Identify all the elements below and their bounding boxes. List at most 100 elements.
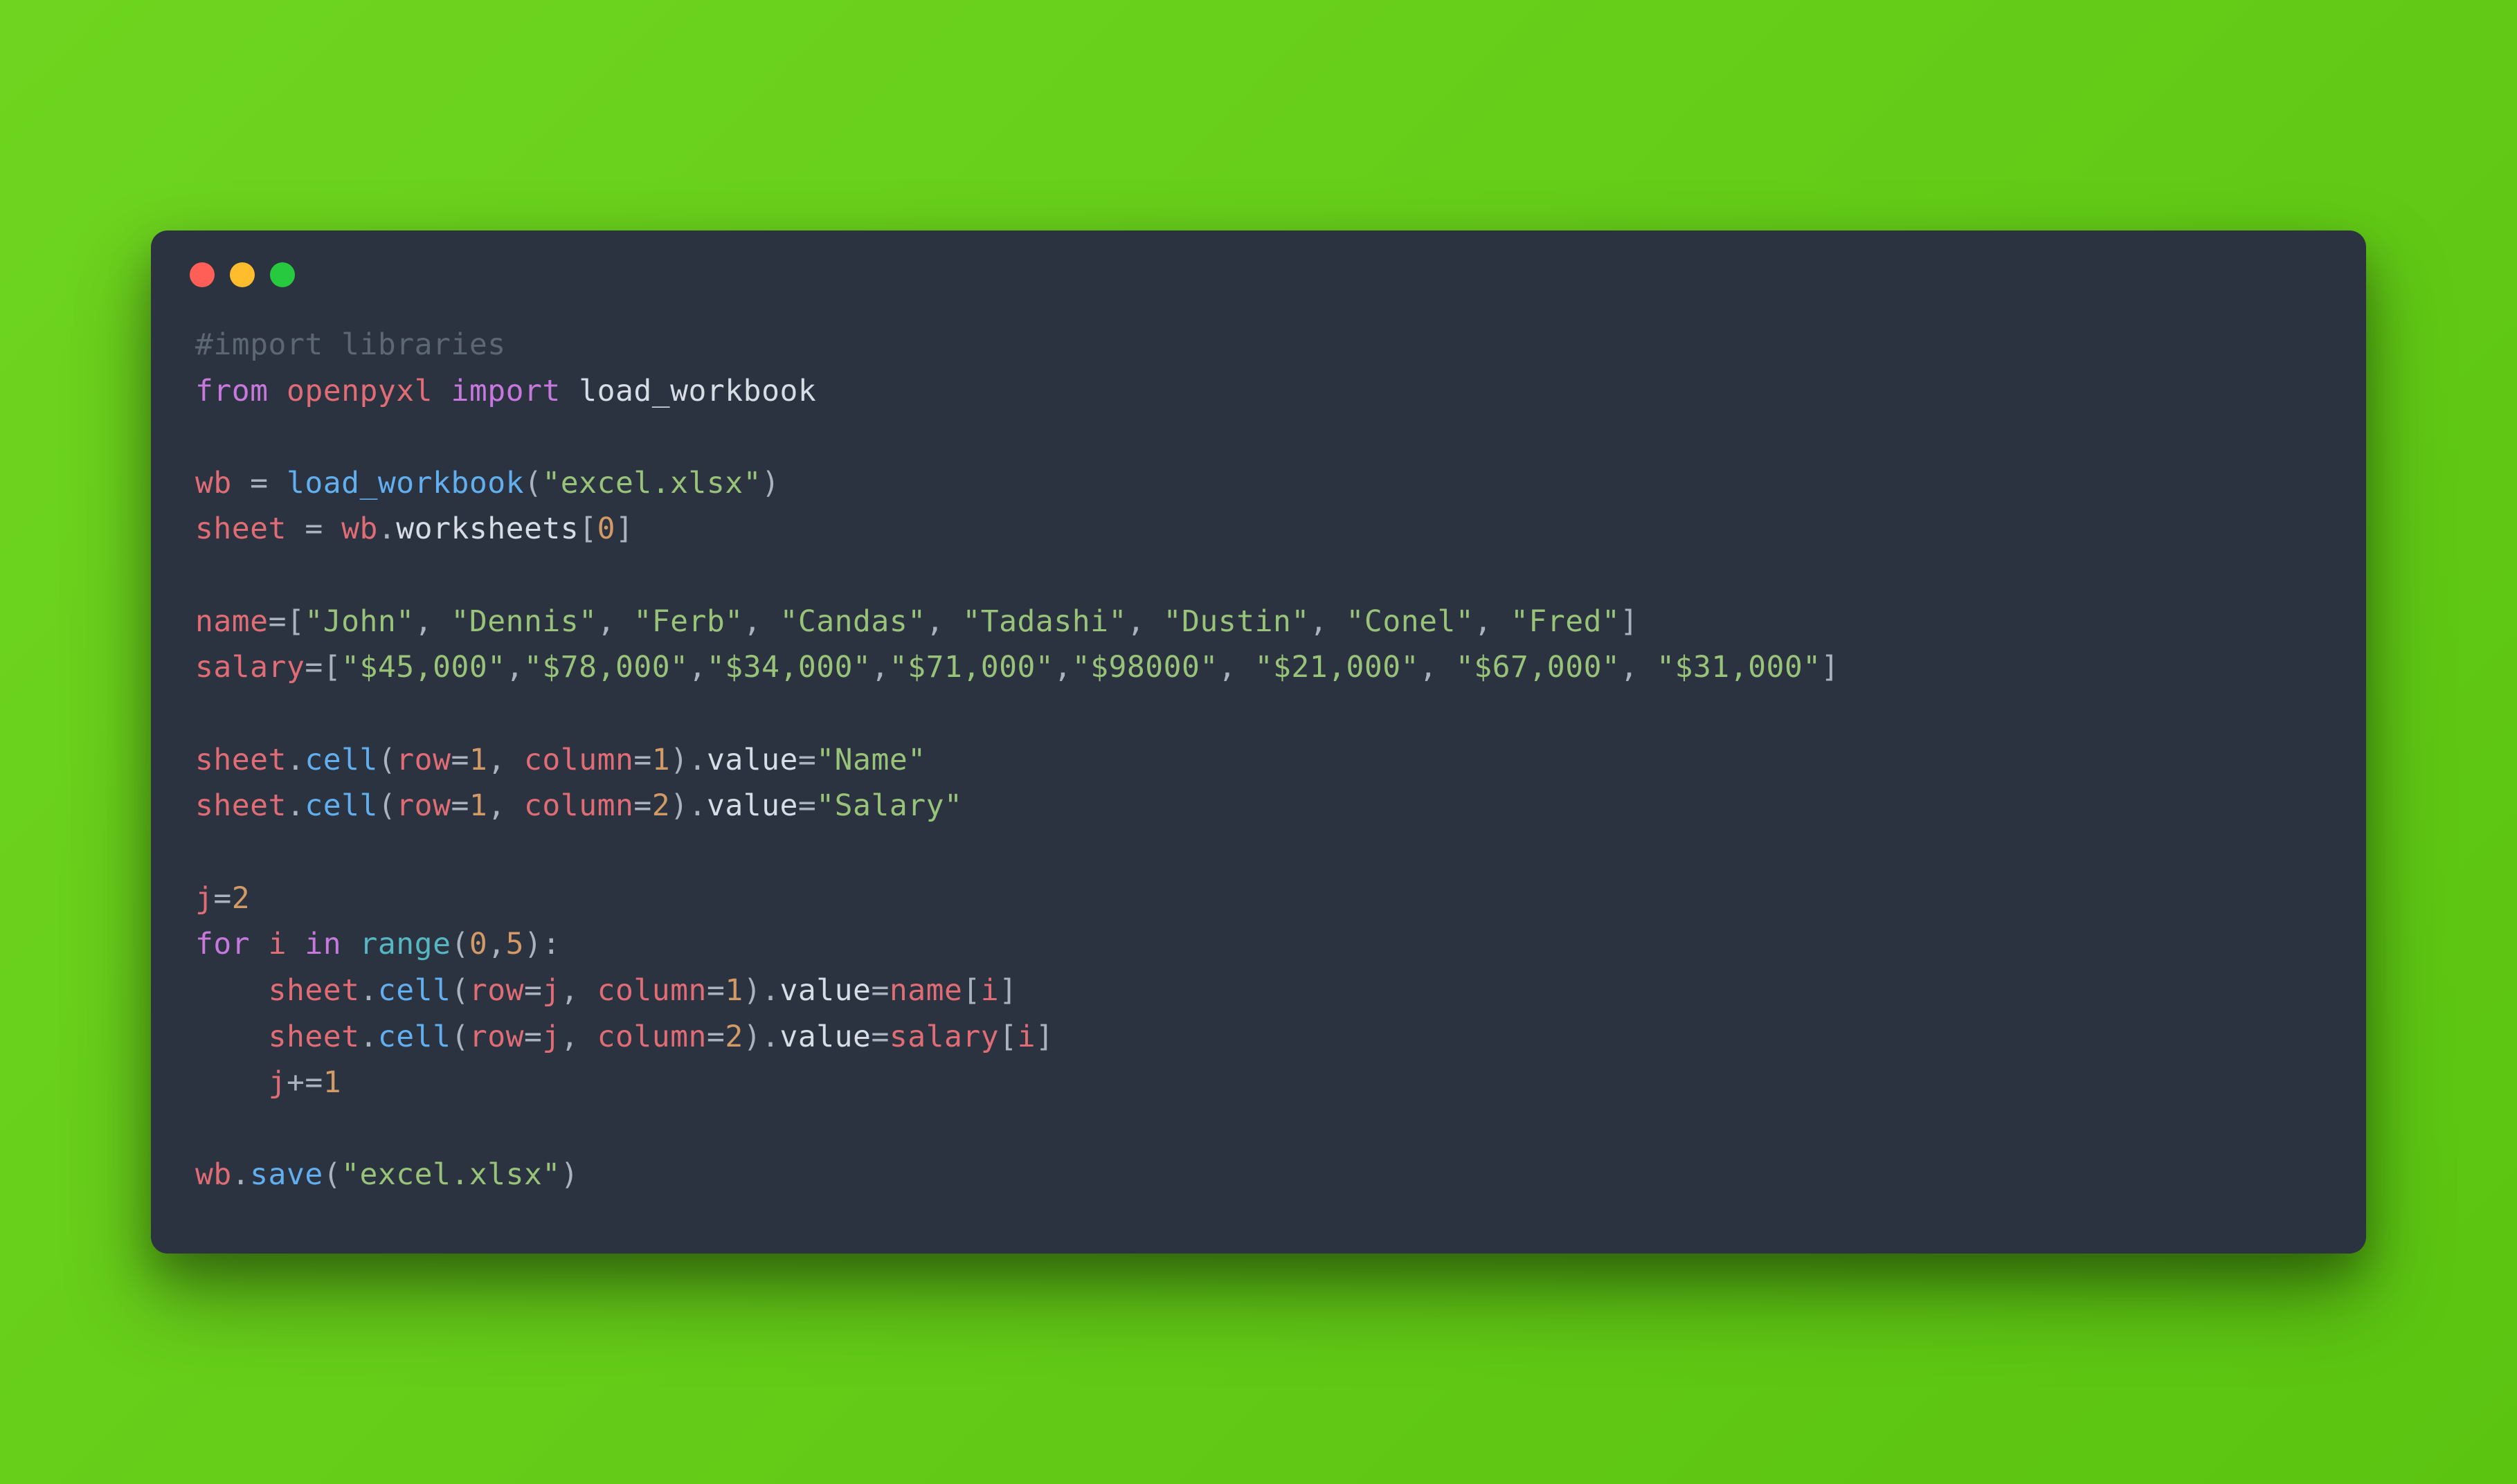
code-token-string: "Name" <box>816 743 926 777</box>
code-token-default: value <box>780 973 872 1008</box>
code-token-ident: salary <box>195 650 305 685</box>
code-token-default: value <box>707 788 798 823</box>
code-token-ident: column <box>597 973 707 1008</box>
code-token-ident: sheet <box>269 1020 360 1054</box>
code-token-op: ) <box>561 1157 579 1192</box>
code-token-op: , <box>743 604 780 639</box>
code-token-default: value <box>707 743 798 777</box>
code-token-op: ) <box>761 466 779 500</box>
code-token-op: = <box>213 881 231 916</box>
close-icon[interactable] <box>190 262 215 287</box>
code-token-op: = <box>871 1020 889 1054</box>
code-token-op: = <box>633 788 651 823</box>
code-token-op: , <box>1620 650 1657 685</box>
code-token-op: =[ <box>305 650 341 685</box>
code-token-string: "John" <box>305 604 414 639</box>
code-token-ident: wb <box>195 1157 232 1192</box>
zoom-icon[interactable] <box>270 262 295 287</box>
code-token-default <box>287 927 305 961</box>
code-token-ident: column <box>597 1020 707 1054</box>
code-token-ident: i <box>981 973 999 1008</box>
code-token-ident: column <box>524 743 633 777</box>
code-token-ident: name <box>195 604 269 639</box>
code-token-ident: row <box>469 973 524 1008</box>
code-window: #import libraries from openpyxl import l… <box>151 230 2366 1254</box>
code-token-ident: sheet <box>269 973 360 1008</box>
code-token-keyword: import <box>451 374 560 408</box>
code-token-op: [ <box>579 512 597 546</box>
code-token-string: "Candas" <box>779 604 926 639</box>
code-token-op: = <box>798 788 816 823</box>
code-token-func: cell <box>378 973 451 1008</box>
code-token-op: [ <box>962 973 980 1008</box>
code-token-number: 2 <box>725 1020 743 1054</box>
code-token-op: , <box>487 927 505 961</box>
code-token-func: cell <box>305 743 378 777</box>
code-token-op: , <box>1474 604 1510 639</box>
code-token-op: , <box>1218 650 1255 685</box>
code-token-op: ( <box>378 743 396 777</box>
code-token-number: 1 <box>725 973 743 1008</box>
code-token-default <box>287 512 305 546</box>
code-token-op: . <box>232 1157 250 1192</box>
code-token-number: 2 <box>652 788 670 823</box>
code-token-op: ( <box>451 973 469 1008</box>
code-token-op: = <box>707 1020 725 1054</box>
code-token-number: 2 <box>232 881 250 916</box>
code-token-default <box>433 374 451 408</box>
code-token-op: = <box>524 1020 542 1054</box>
code-token-ident: i <box>1018 1020 1036 1054</box>
code-token-op: ( <box>451 927 469 961</box>
code-token-default <box>250 927 268 961</box>
code-token-op: . <box>360 1020 378 1054</box>
code-token-ident: sheet <box>195 788 287 823</box>
code-token-ident: wb <box>195 466 232 500</box>
code-token-string: "$31,000" <box>1657 650 1821 685</box>
code-token-ident: j <box>542 973 560 1008</box>
code-token-string: "$78,000" <box>524 650 689 685</box>
code-token-default <box>195 1065 269 1100</box>
code-token-ident: row <box>396 788 451 823</box>
code-token-string: "Salary" <box>816 788 962 823</box>
code-token-default <box>269 466 287 500</box>
code-token-op: [ <box>999 1020 1017 1054</box>
code-token-op: = <box>707 973 725 1008</box>
code-token-op: = <box>451 788 469 823</box>
code-token-string: "Ferb" <box>633 604 743 639</box>
code-token-string: "Tadashi" <box>962 604 1127 639</box>
code-token-op: = <box>305 512 323 546</box>
code-token-default: worksheets <box>396 512 579 546</box>
code-token-ident: j <box>195 881 213 916</box>
code-token-default <box>232 466 250 500</box>
code-token-op: ) <box>524 927 542 961</box>
code-token-string: "$34,000" <box>707 650 872 685</box>
code-token-op: = <box>451 743 469 777</box>
code-token-func: save <box>250 1157 323 1192</box>
code-token-op: = <box>250 466 268 500</box>
code-token-comment: #import libraries <box>195 327 506 362</box>
code-token-number: 0 <box>469 927 487 961</box>
code-token-default <box>195 1020 269 1054</box>
code-token-op: . <box>378 512 396 546</box>
code-token-keyword: in <box>305 927 341 961</box>
code-token-string: "Conel" <box>1346 604 1474 639</box>
window-titlebar <box>151 230 2366 294</box>
code-token-ident: j <box>269 1065 287 1100</box>
code-token-string: "excel.xlsx" <box>542 466 761 500</box>
code-token-ident: openpyxl <box>287 374 433 408</box>
code-token-op: ). <box>670 788 707 823</box>
code-token-op: . <box>287 743 305 777</box>
code-token-op: , <box>926 604 963 639</box>
code-token-default: value <box>780 1020 872 1054</box>
code-token-number: 0 <box>597 512 615 546</box>
code-token-default <box>269 374 287 408</box>
code-token-number: 1 <box>323 1065 341 1100</box>
code-token-number: 5 <box>506 927 524 961</box>
code-token-default: load_workbook <box>579 374 816 408</box>
code-editor[interactable]: #import libraries from openpyxl import l… <box>151 294 2366 1254</box>
code-token-func: cell <box>378 1020 451 1054</box>
code-token-op: ). <box>670 743 707 777</box>
minimize-icon[interactable] <box>230 262 255 287</box>
code-token-op: , <box>506 650 524 685</box>
code-token-op: : <box>542 927 560 961</box>
